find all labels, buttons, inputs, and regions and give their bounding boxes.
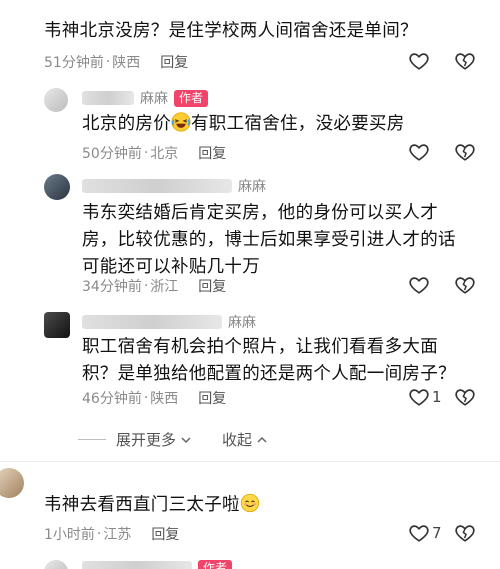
author-badge: 作者 (174, 89, 209, 107)
comment-text: 韦神北京没房？是住学校两人间宿舍还是单间？ (44, 21, 418, 41)
comment-location: 北京 (150, 146, 179, 162)
comment-line: 房，比较优惠的，博士后如果享受引进人才的话 (82, 230, 456, 250)
comment-text: 职工宿舍有机会拍个照片，让我们看看多大面 积？是单独给他配置的还是两个人配一间房… (82, 334, 456, 388)
comment-location: 江苏 (103, 527, 132, 543)
divider (0, 461, 500, 462)
reply-author: 作者 (82, 558, 233, 569)
like-button[interactable] (408, 272, 454, 298)
comment-text: 北京的房价 有职工宿舍住，没必要买房 (82, 111, 405, 138)
collapse-button[interactable]: 收起 (222, 429, 268, 450)
expand-more-button[interactable]: 展开更多 (116, 429, 192, 450)
comment-actions: 7 (408, 520, 484, 546)
comment-actions (408, 139, 484, 165)
comment-5: 韦神去看西直门三太子啦 1小时前 · 江苏 回复 7 (0, 466, 500, 558)
author-name[interactable]: 麻麻 (140, 88, 168, 108)
heart-icon (409, 53, 429, 70)
smile-emoji-icon (240, 493, 259, 513)
comment-time: 46分钟前 (82, 391, 142, 407)
comment-time: 50分钟前 (82, 146, 142, 162)
heart-icon (409, 144, 429, 161)
chevron-down-icon (181, 436, 191, 443)
name-redacted (82, 561, 192, 569)
comment-line: 韦东奕结婚后肯定买房，他的身份可以买人才 (82, 203, 438, 223)
broken-heart-icon (455, 277, 475, 294)
heart-icon (409, 389, 429, 406)
broken-heart-icon (455, 53, 475, 70)
comment-time: 1小时前 (44, 527, 95, 543)
comment-location: 陕西 (150, 391, 179, 407)
comment-6-partial: 作者 (0, 558, 500, 569)
comment-meta: 51分钟前 · 陕西 回复 (44, 52, 188, 72)
comment-text: 韦东奕结婚后肯定买房，他的身份可以买人才 房，比较优惠的，博士后如果享受引进人才… (82, 200, 456, 281)
comment-3: 麻麻 韦东奕结婚后肯定买房，他的身份可以买人才 房，比较优惠的，博士后如果享受引… (0, 172, 500, 302)
comment-meta: 1小时前 · 江苏 回复 (44, 524, 179, 544)
author-name[interactable]: 麻麻 (228, 312, 256, 332)
reply-button[interactable]: 回复 (198, 388, 226, 408)
reply-author: 麻麻 (82, 176, 266, 196)
comment-1: 韦神北京没房？是住学校两人间宿舍还是单间？ 51分钟前 · 陕西 回复 (0, 0, 500, 80)
comment-location: 浙江 (150, 279, 179, 295)
broken-heart-icon (455, 525, 475, 542)
dislike-button[interactable] (454, 272, 484, 298)
broken-heart-icon (455, 389, 475, 406)
comment-time: 34分钟前 (82, 279, 142, 295)
author-badge: 作者 (198, 559, 233, 569)
reply-author: 麻麻 作者 (82, 88, 209, 108)
avatar[interactable] (44, 312, 70, 338)
comment-2: 麻麻 作者 北京的房价 有职工宿舍住，没必要买房 50分钟前 · 北京 回复 (0, 80, 500, 172)
comment-4: 麻麻 职工宿舍有机会拍个照片，让我们看看多大面 积？是单独给他配置的还是两个人配… (0, 308, 500, 418)
like-count: 1 (432, 388, 442, 406)
dislike-button[interactable] (454, 48, 484, 74)
reply-button[interactable]: 回复 (151, 524, 179, 544)
laughing-emoji-icon (171, 112, 191, 132)
dislike-button[interactable] (454, 139, 484, 165)
comment-meta: 34分钟前 · 浙江 回复 (82, 276, 226, 296)
avatar[interactable] (0, 468, 24, 498)
broken-heart-icon (455, 144, 475, 161)
dislike-button[interactable] (454, 520, 484, 546)
comment-time: 51分钟前 (44, 55, 104, 71)
like-button[interactable] (408, 139, 454, 165)
meta-dot: · (96, 526, 102, 542)
like-count: 7 (432, 524, 442, 542)
avatar[interactable] (44, 560, 68, 569)
comment-meta: 46分钟前 · 陕西 回复 (82, 388, 226, 408)
meta-dot: · (143, 278, 149, 294)
comment-line: 职工宿舍有机会拍个照片，让我们看看多大面 (82, 337, 438, 357)
collapse-label: 收起 (222, 431, 253, 449)
expand-label: 展开更多 (116, 431, 177, 449)
dislike-button[interactable] (454, 384, 484, 410)
thread-line (78, 439, 106, 440)
reply-author: 麻麻 (82, 312, 256, 332)
meta-dot: · (143, 390, 149, 406)
reply-button[interactable]: 回复 (160, 52, 188, 72)
like-button[interactable]: 1 (408, 384, 454, 410)
meta-dot: · (105, 54, 111, 70)
name-redacted (82, 91, 134, 105)
avatar[interactable] (44, 174, 70, 200)
reply-button[interactable]: 回复 (198, 276, 226, 296)
like-button[interactable]: 7 (408, 520, 454, 546)
chevron-up-icon (257, 436, 267, 443)
avatar[interactable] (44, 88, 68, 112)
comment-line: 积？是单独给他配置的还是两个人配一间房子？ (82, 364, 456, 384)
comment-text: 韦神去看西直门三太子啦 (44, 492, 260, 519)
comment-actions: 1 (408, 384, 484, 410)
comment-text-part: 韦神去看西直门三太子啦 (44, 495, 240, 515)
comment-text-part: 有职工宿舍住，没必要买房 (191, 114, 405, 134)
author-name[interactable]: 麻麻 (238, 176, 266, 196)
comment-actions (408, 48, 484, 74)
heart-icon (409, 277, 429, 294)
thread-toggles: 展开更多 收起 (78, 429, 268, 450)
heart-icon (409, 525, 429, 542)
comment-meta: 50分钟前 · 北京 回复 (82, 143, 226, 163)
comment-location: 陕西 (112, 55, 141, 71)
comment-actions (408, 272, 484, 298)
name-redacted (82, 179, 232, 193)
name-redacted (82, 315, 222, 329)
reply-button[interactable]: 回复 (198, 143, 226, 163)
like-button[interactable] (408, 48, 454, 74)
meta-dot: · (143, 145, 149, 161)
comment-text-part: 北京的房价 (82, 114, 171, 134)
